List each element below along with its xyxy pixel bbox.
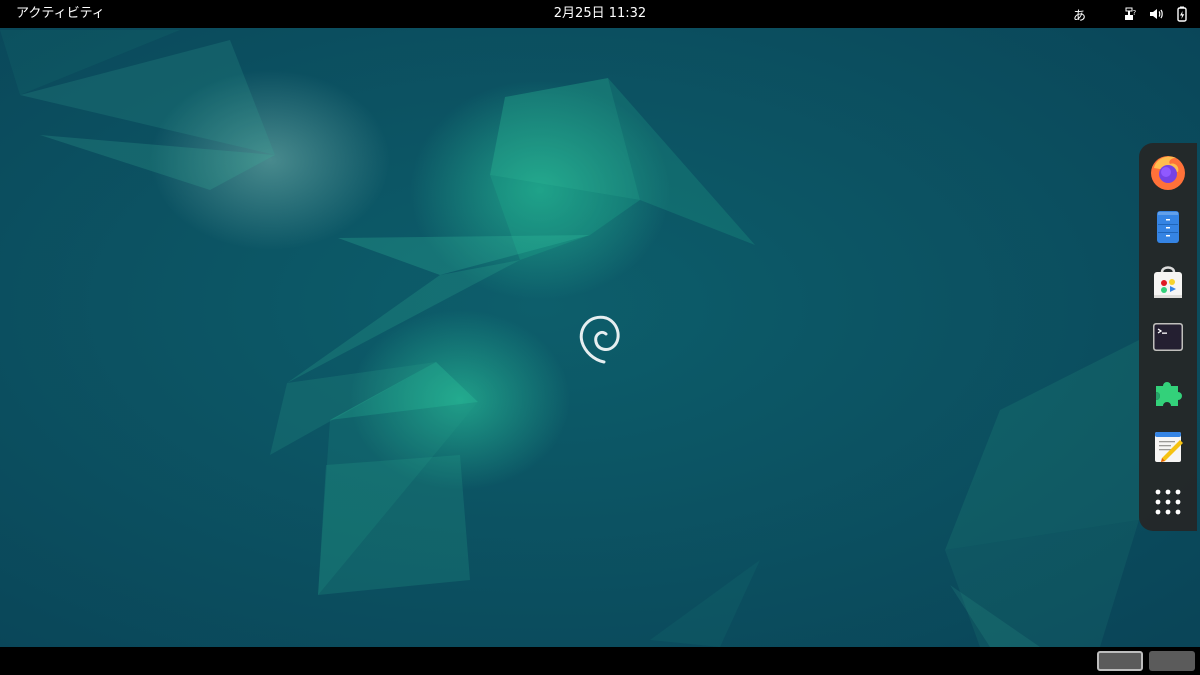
battery-icon[interactable] — [1174, 6, 1190, 22]
clock-container: 2月25日 11:32 — [0, 0, 1200, 28]
dash-app-firefox[interactable] — [1146, 150, 1190, 194]
top-bar: アクティビティ 2月25日 11:32 あ ? — [0, 0, 1200, 28]
volume-icon[interactable] — [1148, 6, 1164, 22]
debian-logo — [576, 310, 624, 366]
software-center-icon — [1154, 266, 1182, 298]
terminal-icon — [1153, 323, 1183, 351]
dash-panel — [1139, 143, 1197, 531]
extensions-icon — [1156, 382, 1182, 406]
text-editor-icon — [1155, 432, 1183, 462]
dash-app-extensions[interactable] — [1146, 370, 1190, 414]
activities-button[interactable]: アクティビティ — [16, 0, 105, 28]
bottom-bar — [0, 647, 1200, 675]
svg-text:?: ? — [1133, 9, 1137, 17]
dash-app-files[interactable] — [1146, 205, 1190, 249]
workspace-thumbnail-1[interactable] — [1097, 651, 1143, 671]
system-tray[interactable]: あ ? — [1073, 0, 1190, 28]
files-icon — [1157, 211, 1179, 243]
firefox-icon — [1151, 156, 1185, 190]
date-time-button[interactable]: 2月25日 11:32 — [554, 6, 646, 21]
input-method-indicator[interactable]: あ — [1073, 5, 1086, 24]
dash-app-text-editor[interactable] — [1146, 425, 1190, 469]
dash-app-terminal[interactable] — [1146, 315, 1190, 359]
show-apps-grid-icon — [1155, 489, 1181, 515]
network-wired-question-icon[interactable]: ? — [1122, 6, 1138, 22]
dash-app-software[interactable] — [1146, 260, 1190, 304]
dash-show-apps-button[interactable] — [1146, 480, 1190, 524]
workspace-thumbnail-2[interactable] — [1149, 651, 1195, 671]
